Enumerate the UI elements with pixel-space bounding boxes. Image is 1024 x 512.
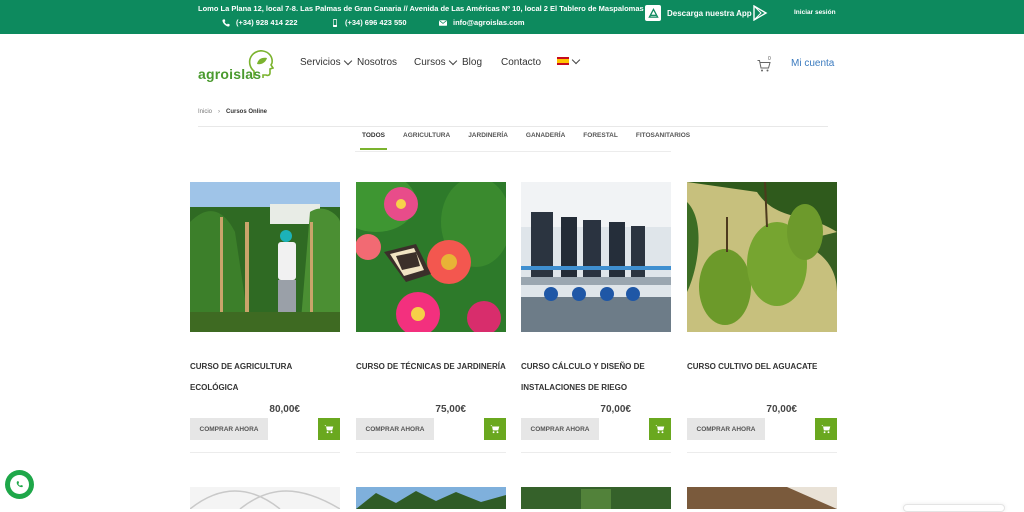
add-to-cart-button[interactable] [815, 418, 837, 440]
filter-fitosanitarios[interactable]: FITOSANITARIOS [636, 130, 690, 150]
product-image-agriculture[interactable] [190, 182, 340, 332]
google-play-icon[interactable] [752, 5, 768, 21]
product-title[interactable]: CURSO CÁLCULO Y DISEÑO DE INSTALACIONES … [521, 356, 671, 398]
nav-nosotros[interactable]: Nosotros [357, 57, 397, 68]
cookie-widget[interactable] [903, 504, 1005, 512]
product-title[interactable]: CURSO DE TÉCNICAS DE JARDINERÍA [356, 356, 506, 377]
product-card: CURSO CULTIVO DEL AGUACATE 70,00€ COMPRA… [687, 182, 837, 453]
chevron-down-icon [571, 55, 581, 64]
product-price: 70,00€ [766, 404, 797, 415]
phone-2-text: (+34) 696 423 550 [345, 18, 407, 27]
filter-ganaderia[interactable]: GANADERÍA [526, 130, 565, 150]
product-image-irrigation[interactable] [521, 182, 671, 332]
product-image-forest[interactable] [356, 487, 506, 509]
product-price: 70,00€ [600, 404, 631, 415]
spain-flag-icon [557, 57, 569, 65]
whatsapp-icon [10, 475, 29, 494]
app-store-icon[interactable] [645, 5, 661, 21]
chevron-down-icon [343, 56, 352, 66]
buy-now-button[interactable]: COMPRAR AHORA [687, 418, 765, 440]
filter-todos[interactable]: TODOS [360, 130, 387, 150]
product-title[interactable]: CURSO CULTIVO DEL AGUACATE [687, 356, 837, 377]
product-image-soil[interactable] [687, 487, 837, 509]
top-bar: Lomo La Plana 12, local 7-8. Las Palmas … [0, 0, 1024, 34]
divider [190, 452, 340, 453]
email-text: info@agroislas.com [453, 18, 525, 27]
product-image-field[interactable] [521, 487, 671, 509]
my-account-link[interactable]: Mi cuenta [791, 58, 834, 69]
address-text: Lomo La Plana 12, local 7-8. Las Palmas … [198, 4, 644, 13]
chevron-down-icon [448, 56, 457, 66]
buy-now-button[interactable]: COMPRAR AHORA [356, 418, 434, 440]
nav-blog[interactable]: Blog [462, 57, 482, 68]
nav-cursos[interactable]: Cursos [414, 56, 457, 68]
product-image-greenhouse[interactable] [190, 487, 340, 509]
nav-blog-label: Blog [462, 57, 483, 68]
product-card: CURSO DE AGRICULTURA ECOLÓGICA 80,00€ CO… [190, 182, 340, 453]
add-to-cart-button[interactable] [649, 418, 671, 440]
language-selector[interactable] [557, 55, 581, 65]
filter-jardineria[interactable]: JARDINERÍA [468, 130, 508, 150]
cart-icon [655, 425, 665, 434]
breadcrumb: Inicio › Cursos Online [198, 109, 267, 115]
product-price: 75,00€ [435, 404, 466, 415]
product-image-avocado[interactable] [687, 182, 837, 332]
divider [521, 452, 671, 453]
nav-contacto-label: Contacto [501, 57, 542, 68]
add-to-cart-button[interactable] [484, 418, 506, 440]
cart-icon [324, 425, 334, 434]
divider [687, 452, 837, 453]
breadcrumb-separator: › [218, 109, 221, 115]
breadcrumb-current: Cursos Online [226, 109, 268, 115]
product-image-gardening[interactable] [356, 182, 506, 332]
nav-servicios-label: Servicios [300, 57, 341, 68]
nav-cursos-label: Cursos [414, 57, 446, 68]
nav-nosotros-label: Nosotros [357, 57, 398, 68]
buy-now-button[interactable]: COMPRAR AHORA [521, 418, 599, 440]
divider [356, 452, 506, 453]
product-price: 80,00€ [269, 404, 300, 415]
product-card: CURSO DE TÉCNICAS DE JARDINERÍA 75,00€ C… [356, 182, 506, 453]
add-to-cart-button[interactable] [318, 418, 340, 440]
product-title[interactable]: CURSO DE AGRICULTURA ECOLÓGICA [190, 356, 340, 398]
nav-contacto[interactable]: Contacto [501, 57, 541, 68]
divider [198, 126, 828, 127]
cart-icon [490, 425, 500, 434]
logo-text: agroislas [198, 66, 262, 82]
category-filters: TODOS AGRICULTURA JARDINERÍA GANADERÍA F… [360, 130, 708, 152]
cart-icon [821, 425, 831, 434]
nav-servicios[interactable]: Servicios [300, 56, 352, 68]
whatsapp-button[interactable] [5, 470, 34, 499]
phone-1-text: (+34) 928 414 222 [236, 18, 298, 27]
mail-icon [439, 19, 447, 26]
login-link[interactable]: Iniciar sesión [794, 9, 836, 16]
logo[interactable]: agroislas [198, 50, 278, 84]
filter-forestal[interactable]: FORESTAL [583, 130, 618, 150]
breadcrumb-home[interactable]: Inicio [198, 109, 212, 115]
product-card: CURSO CÁLCULO Y DISEÑO DE INSTALACIONES … [521, 182, 671, 453]
phone-icon [222, 18, 230, 27]
divider [355, 151, 671, 152]
email-link[interactable]: info@agroislas.com [439, 18, 525, 27]
download-app-label[interactable]: Descarga nuestra App [667, 9, 752, 18]
mobile-icon [333, 18, 337, 27]
phone-1[interactable]: (+34) 928 414 222 [222, 18, 298, 27]
cart-count: 0 [768, 56, 771, 62]
buy-now-button[interactable]: COMPRAR AHORA [190, 418, 268, 440]
phone-2[interactable]: (+34) 696 423 550 [331, 18, 407, 27]
filter-agricultura[interactable]: AGRICULTURA [403, 130, 450, 150]
